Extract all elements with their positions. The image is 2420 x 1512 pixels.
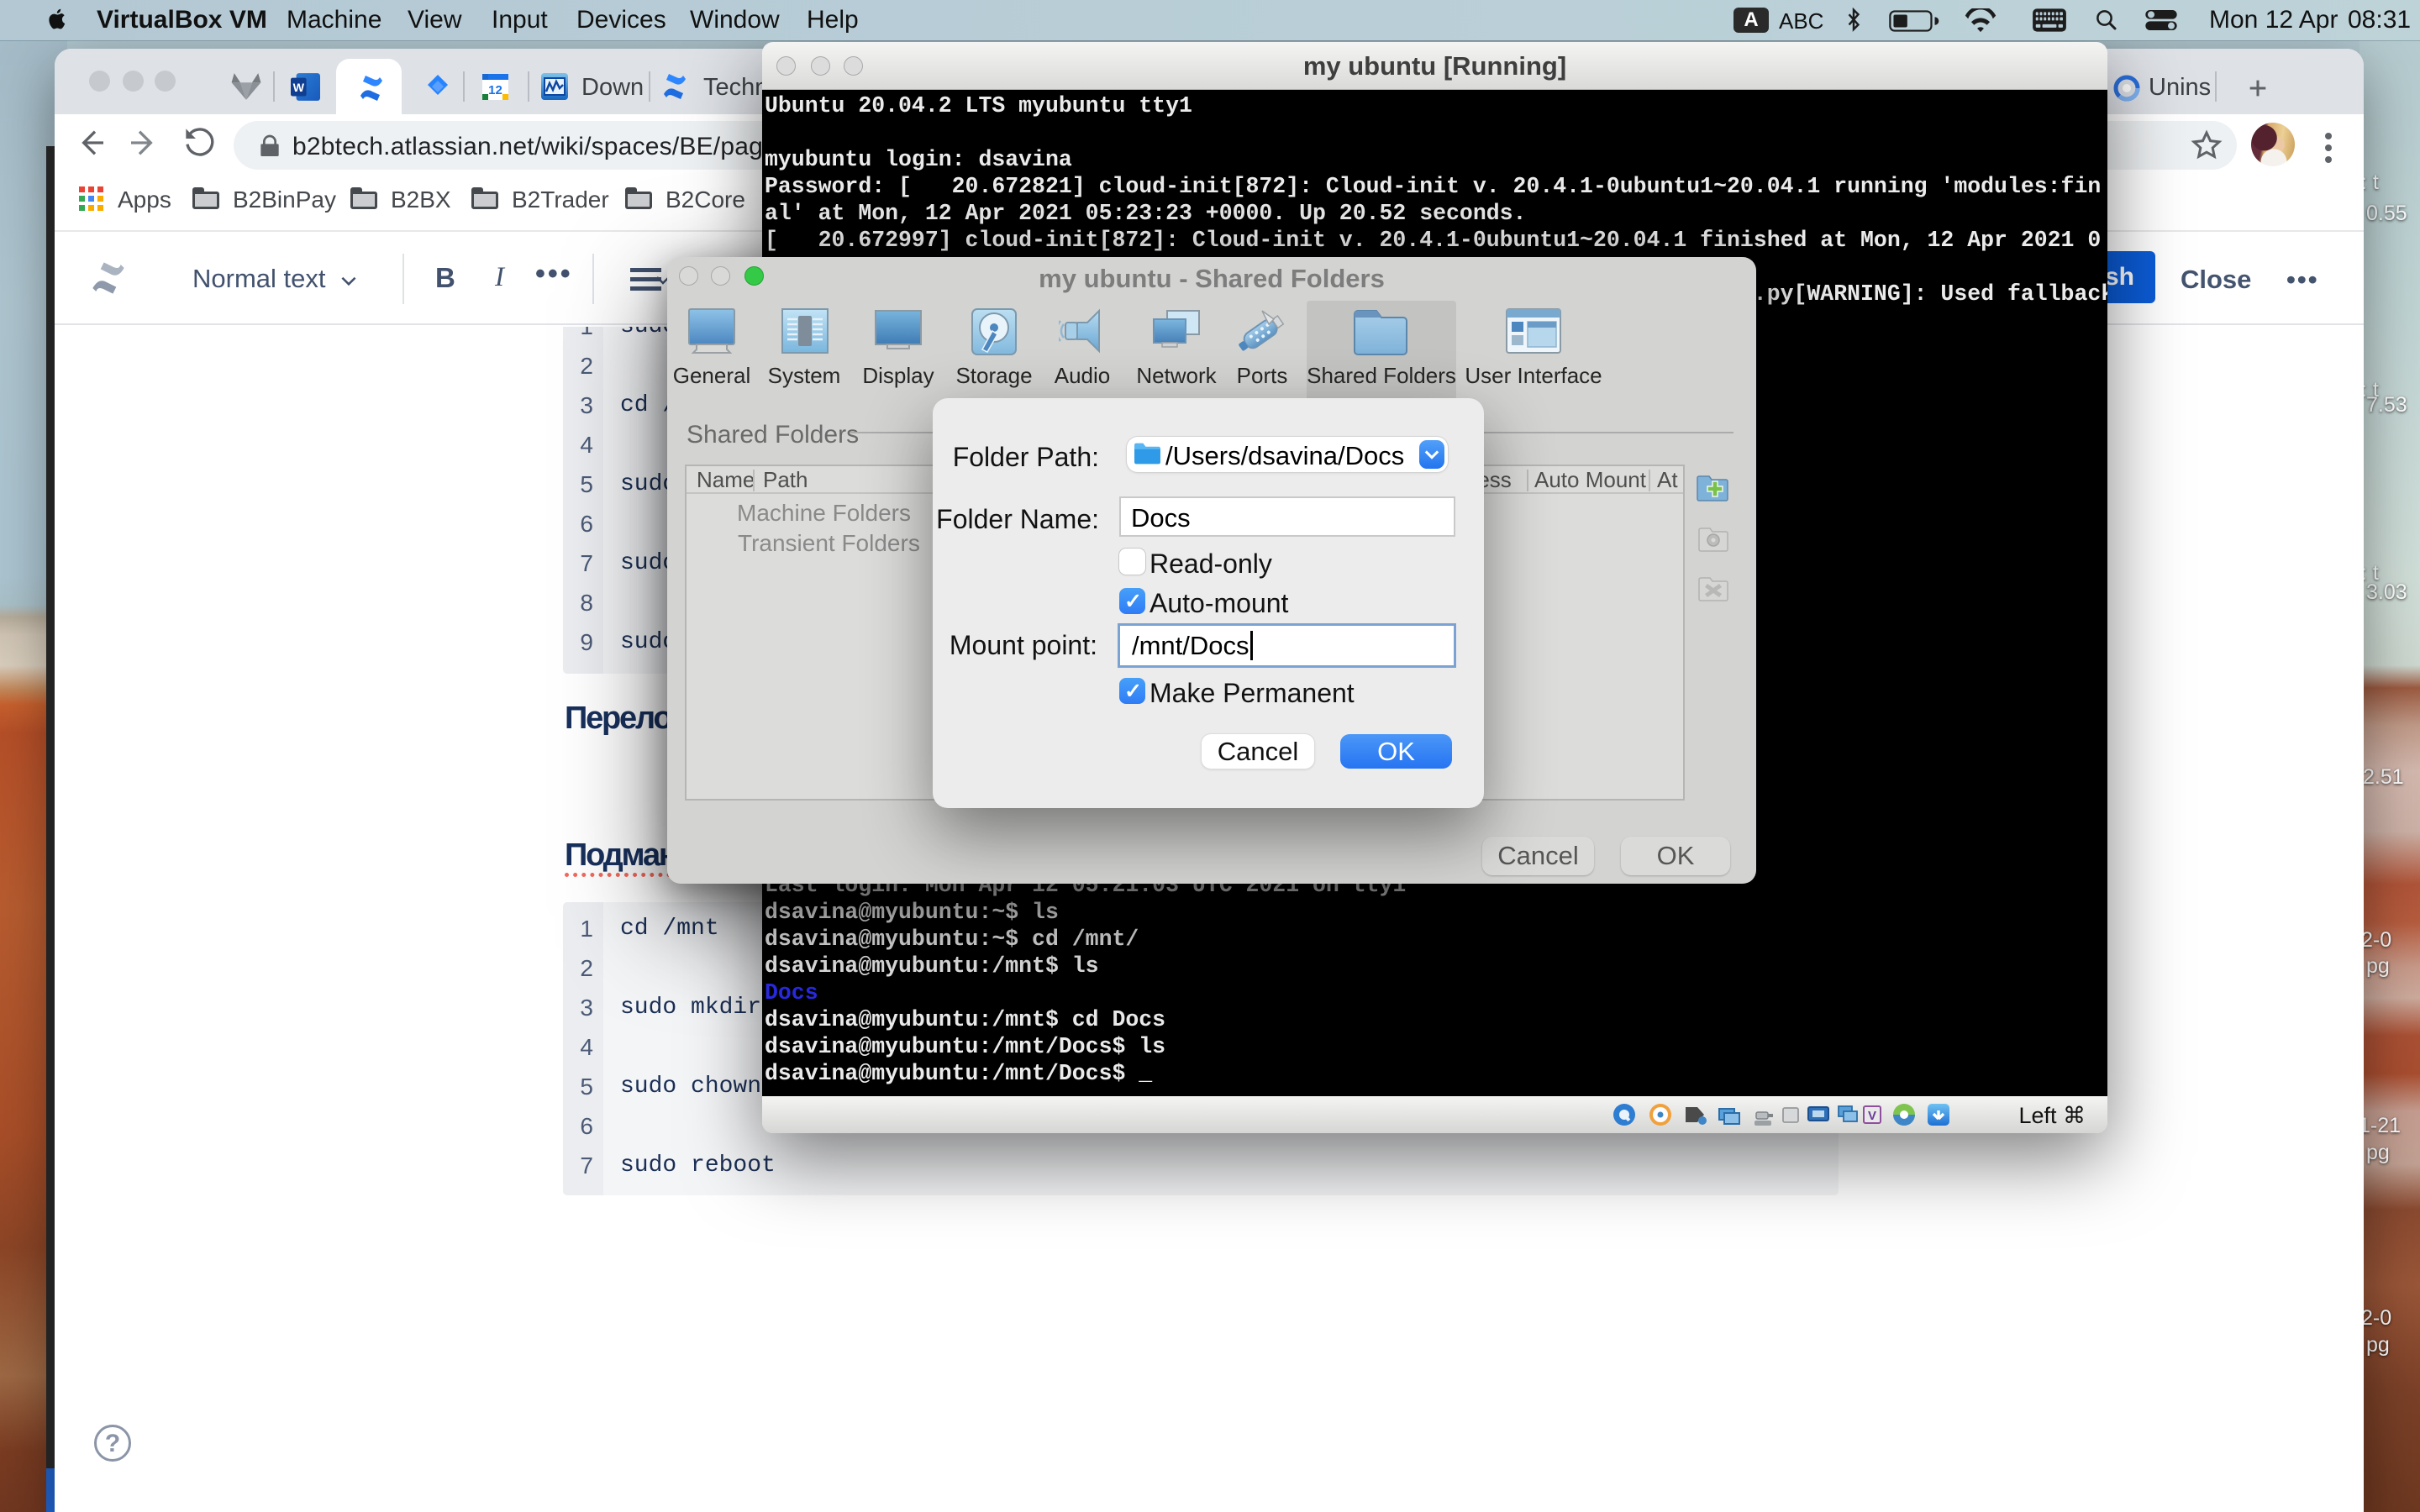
svg-text:12: 12 bbox=[488, 83, 502, 97]
svg-text:V: V bbox=[1868, 1109, 1876, 1123]
svg-text:W: W bbox=[293, 81, 305, 95]
